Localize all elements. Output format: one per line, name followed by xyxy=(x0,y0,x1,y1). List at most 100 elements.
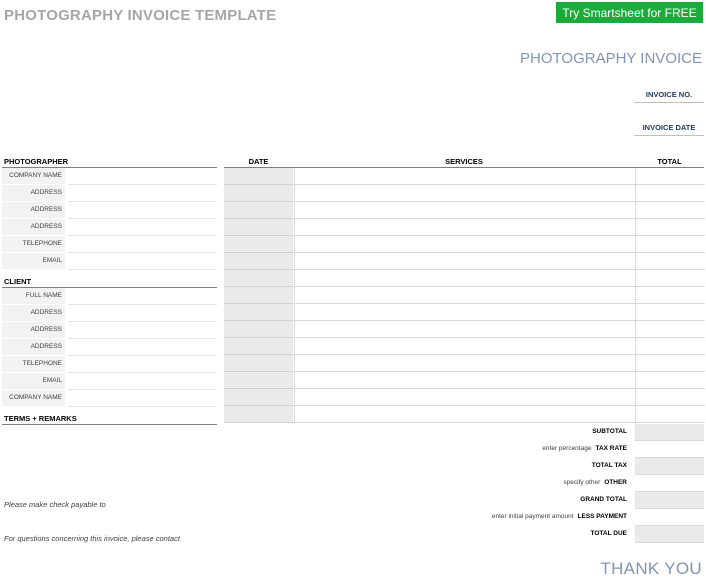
client-field-input[interactable] xyxy=(68,322,217,339)
totals-value-cell[interactable] xyxy=(635,458,704,475)
totals-value-cell[interactable] xyxy=(635,424,704,441)
date-cell[interactable] xyxy=(224,253,293,270)
client-field-input[interactable] xyxy=(68,373,217,390)
client-field-input[interactable] xyxy=(68,356,217,373)
invoice-date-divider xyxy=(634,135,704,136)
date-cell[interactable] xyxy=(224,202,293,219)
client-row: ADDRESS xyxy=(2,322,217,339)
table-row xyxy=(224,168,705,185)
services-cell[interactable] xyxy=(294,202,635,219)
services-cell[interactable] xyxy=(294,185,635,202)
services-cell[interactable] xyxy=(294,270,635,287)
date-cell[interactable] xyxy=(224,270,293,287)
total-cell[interactable] xyxy=(635,168,705,185)
totals-value-cell[interactable] xyxy=(635,526,704,543)
table-row xyxy=(224,321,705,338)
total-cell[interactable] xyxy=(635,338,705,355)
photographer-field-input[interactable] xyxy=(68,168,217,185)
total-cell[interactable] xyxy=(635,304,705,321)
services-cell[interactable] xyxy=(294,253,635,270)
totals-row: GRAND TOTAL xyxy=(420,492,704,509)
client-field-input[interactable] xyxy=(68,305,217,322)
table-row xyxy=(224,202,705,219)
thank-you-text: THANK YOU xyxy=(600,559,702,578)
template-title: PHOTOGRAPHY INVOICE TEMPLATE xyxy=(4,7,277,24)
totals-row: enter initial payment amount LESS PAYMENT xyxy=(420,509,704,526)
try-smartsheet-button[interactable]: Try Smartsheet for FREE xyxy=(556,2,703,23)
client-field-label: ADDRESS xyxy=(2,305,65,321)
date-cell[interactable] xyxy=(224,355,293,372)
totals-row: TOTAL TAX xyxy=(420,458,704,475)
total-cell[interactable] xyxy=(635,287,705,304)
date-cell[interactable] xyxy=(224,321,293,338)
client-row: TELEPHONE xyxy=(2,356,217,373)
table-row xyxy=(224,372,705,389)
photographer-field-input[interactable] xyxy=(68,219,217,236)
services-cell[interactable] xyxy=(294,236,635,253)
photographer-field-input[interactable] xyxy=(68,185,217,202)
totals-label: TOTAL TAX xyxy=(592,458,627,474)
total-cell[interactable] xyxy=(635,253,705,270)
totals-value-cell[interactable] xyxy=(635,441,704,458)
date-cell[interactable] xyxy=(224,236,293,253)
photographer-field-input[interactable] xyxy=(68,202,217,219)
photographer-field-input[interactable] xyxy=(68,253,217,270)
services-cell[interactable] xyxy=(294,338,635,355)
totals-label: GRAND TOTAL xyxy=(580,492,627,508)
total-cell[interactable] xyxy=(635,389,705,406)
total-cell[interactable] xyxy=(635,219,705,236)
photographer-field-label: ADDRESS xyxy=(2,202,65,218)
services-cell[interactable] xyxy=(294,287,635,304)
total-cell[interactable] xyxy=(635,406,705,423)
questions-note: For questions concerning this invoice, p… xyxy=(4,534,180,543)
client-field-label: COMPANY NAME xyxy=(2,390,65,406)
services-cell[interactable] xyxy=(294,372,635,389)
table-row xyxy=(224,270,705,287)
date-cell[interactable] xyxy=(224,304,293,321)
total-cell[interactable] xyxy=(635,321,705,338)
totals-value-cell[interactable] xyxy=(635,492,704,509)
photographer-field-label: TELEPHONE xyxy=(2,236,65,252)
client-field-label: EMAIL xyxy=(2,373,65,389)
total-cell[interactable] xyxy=(635,355,705,372)
invoice-no-label: INVOICE NO. xyxy=(645,90,693,99)
table-row xyxy=(224,338,705,355)
client-row: COMPANY NAME xyxy=(2,390,217,407)
total-cell[interactable] xyxy=(635,185,705,202)
table-row xyxy=(224,219,705,236)
date-cell[interactable] xyxy=(224,219,293,236)
invoice-date-label: INVOICE DATE xyxy=(642,123,696,132)
date-cell[interactable] xyxy=(224,338,293,355)
date-cell[interactable] xyxy=(224,287,293,304)
photographer-field-input[interactable] xyxy=(68,236,217,253)
col-total-header: TOTAL xyxy=(657,157,682,166)
services-cell[interactable] xyxy=(294,355,635,372)
total-cell[interactable] xyxy=(635,372,705,389)
total-cell[interactable] xyxy=(635,270,705,287)
services-cell[interactable] xyxy=(294,304,635,321)
date-cell[interactable] xyxy=(224,372,293,389)
client-field-input[interactable] xyxy=(68,288,217,305)
services-cell[interactable] xyxy=(294,168,635,185)
date-cell[interactable] xyxy=(224,185,293,202)
payable-note: Please make check payable to xyxy=(4,500,106,509)
date-cell[interactable] xyxy=(224,406,293,423)
totals-row: specify other OTHER xyxy=(420,475,704,492)
services-cell[interactable] xyxy=(294,406,635,423)
totals-value-cell[interactable] xyxy=(635,509,704,526)
totals-value-cell[interactable] xyxy=(635,475,704,492)
photographer-row: ADDRESS xyxy=(2,202,217,219)
services-cell[interactable] xyxy=(294,321,635,338)
date-cell[interactable] xyxy=(224,389,293,406)
services-cell[interactable] xyxy=(294,389,635,406)
total-cell[interactable] xyxy=(635,236,705,253)
total-cell[interactable] xyxy=(635,202,705,219)
totals-label-text: TAX RATE xyxy=(595,445,627,452)
client-field-input[interactable] xyxy=(68,339,217,356)
terms-divider xyxy=(2,424,217,425)
client-field-input[interactable] xyxy=(68,390,217,407)
client-row: FULL NAME xyxy=(2,288,217,305)
photographer-row: EMAIL xyxy=(2,253,217,270)
services-cell[interactable] xyxy=(294,219,635,236)
date-cell[interactable] xyxy=(224,168,293,185)
